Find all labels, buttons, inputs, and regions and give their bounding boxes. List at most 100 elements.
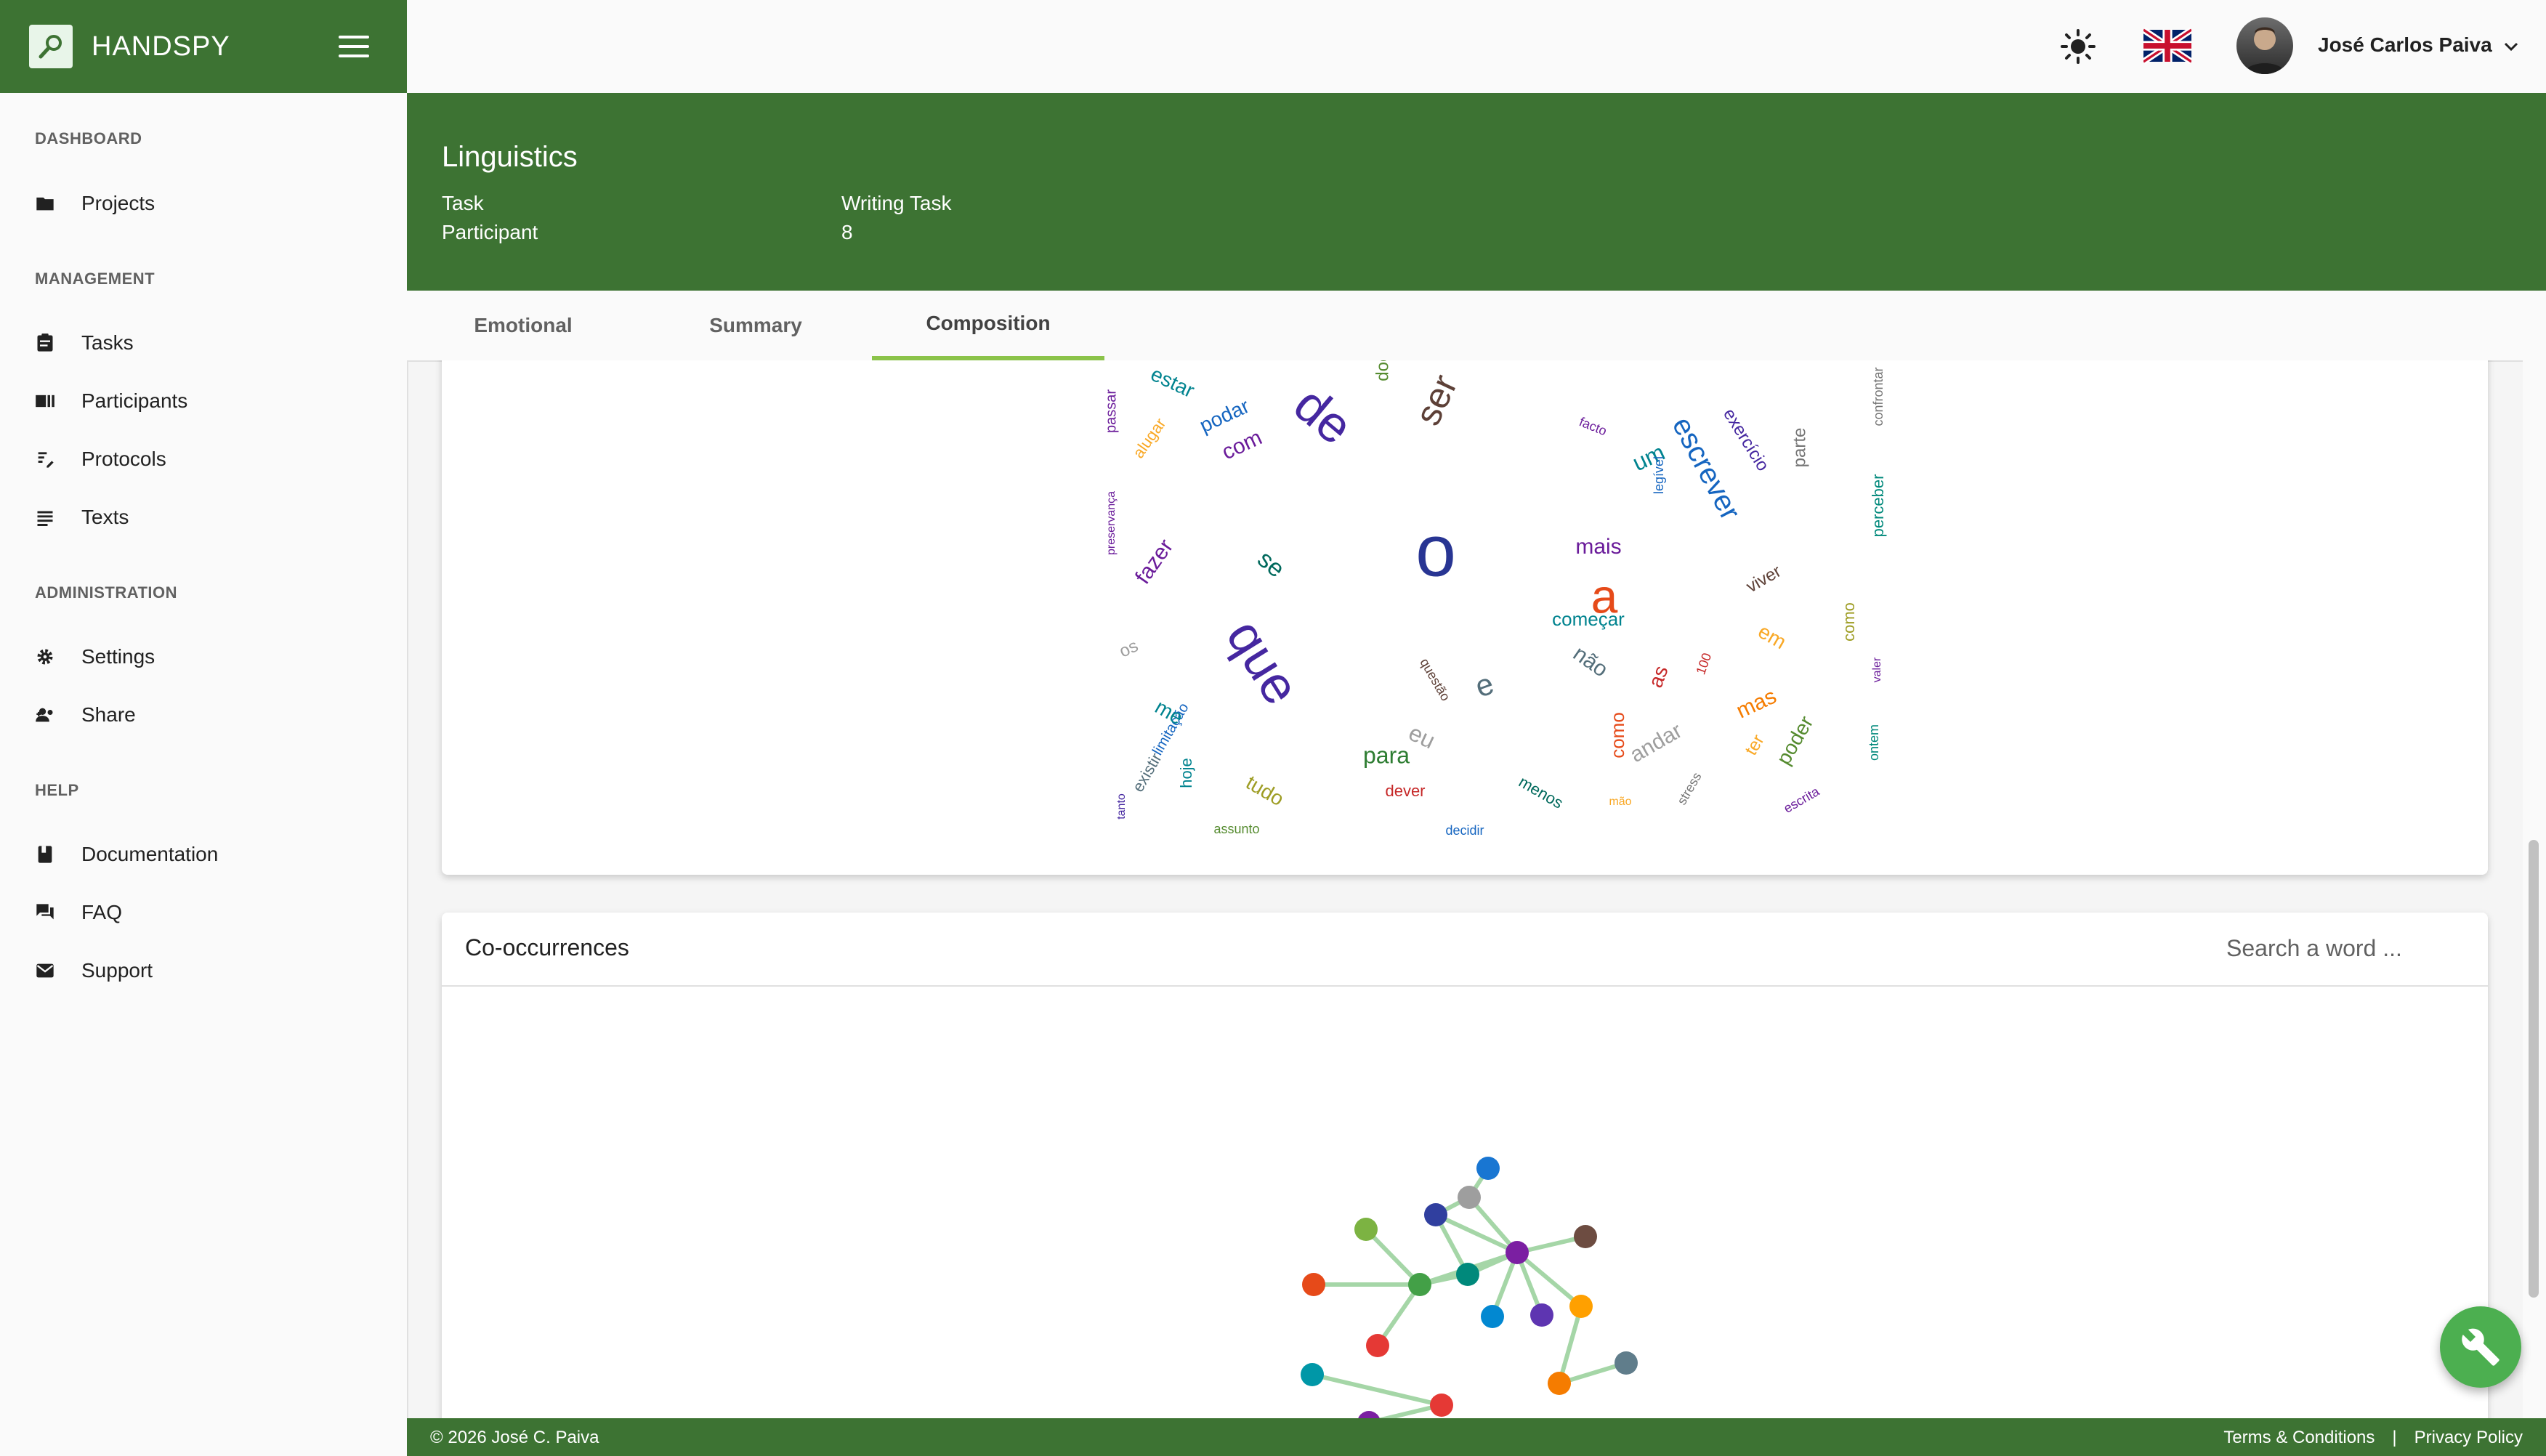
task-value: Writing Task: [841, 192, 952, 214]
word-cloud-word[interactable]: stress: [1674, 770, 1704, 808]
word-cloud-word[interactable]: 100: [1693, 651, 1714, 676]
tab-composition[interactable]: Composition: [872, 291, 1104, 360]
word-cloud-word[interactable]: questão: [1417, 656, 1452, 703]
word-cloud-word[interactable]: exercício: [1719, 405, 1773, 475]
graph-node[interactable]: [1302, 1273, 1325, 1296]
word-cloud-word[interactable]: valer: [1871, 657, 1883, 682]
word-cloud-word[interactable]: e: [1471, 666, 1498, 704]
word-cloud-word[interactable]: existir: [1128, 750, 1165, 795]
word-cloud-word[interactable]: tanto: [1115, 793, 1128, 820]
sidebar-item-documentation[interactable]: Documentation: [35, 840, 218, 869]
co-occurrence-graph[interactable]: [442, 987, 2488, 1418]
graph-node[interactable]: [1574, 1225, 1597, 1248]
graph-node[interactable]: [1476, 1157, 1500, 1180]
word-cloud-word[interactable]: doente: [1373, 360, 1392, 381]
word-cloud-word[interactable]: para: [1363, 742, 1410, 768]
brand-title[interactable]: HANDSPY: [92, 31, 230, 62]
search-word-input[interactable]: [2225, 934, 2460, 963]
uk-flag-icon[interactable]: [2143, 28, 2191, 64]
graph-node[interactable]: [1530, 1303, 1553, 1327]
word-cloud-word[interactable]: ter: [1741, 732, 1768, 759]
nav-section-administration: ADMINISTRATION: [35, 583, 178, 602]
word-cloud-word[interactable]: como: [1840, 602, 1858, 642]
word-cloud-word[interactable]: menos: [1516, 772, 1567, 812]
graph-node[interactable]: [1424, 1203, 1447, 1226]
word-cloud-word[interactable]: decidir: [1445, 823, 1484, 838]
chevron-down-icon[interactable]: [2502, 39, 2520, 54]
sidebar-item-tasks[interactable]: Tasks: [35, 328, 134, 357]
word-cloud-word[interactable]: eu: [1405, 719, 1439, 754]
word-cloud-word[interactable]: viver: [1743, 562, 1785, 597]
word-cloud-word[interactable]: preservança: [1105, 491, 1118, 555]
terms-link[interactable]: Terms & Conditions: [2223, 1428, 2375, 1448]
graph-node[interactable]: [1301, 1363, 1324, 1386]
word-cloud-word[interactable]: dever: [1385, 782, 1425, 800]
sidebar-item-protocols[interactable]: Protocols: [35, 445, 166, 474]
word-cloud-word[interactable]: com: [1219, 426, 1266, 465]
word-cloud-word[interactable]: mais: [1575, 535, 1621, 559]
word-cloud-word[interactable]: andar: [1626, 719, 1686, 767]
sidebar-item-settings[interactable]: Settings: [35, 642, 155, 671]
word-cloud-word[interactable]: escrita: [1781, 784, 1822, 816]
graph-node[interactable]: [1408, 1273, 1431, 1296]
graph-node[interactable]: [1615, 1351, 1638, 1375]
graph-node[interactable]: [1357, 1411, 1381, 1418]
avatar[interactable]: [2236, 17, 2293, 74]
word-cloud-word[interactable]: fazer: [1131, 535, 1178, 589]
word-cloud-word[interactable]: o: [1415, 510, 1456, 591]
word-cloud-word[interactable]: legível: [1652, 456, 1666, 494]
word-cloud-word[interactable]: de: [1284, 376, 1364, 456]
handspy-logo-icon[interactable]: [29, 25, 73, 68]
word-cloud-word[interactable]: que: [1215, 610, 1311, 714]
word-cloud-word[interactable]: começar: [1552, 608, 1625, 630]
sidebar-item-texts[interactable]: Texts: [35, 503, 129, 532]
graph-node[interactable]: [1354, 1218, 1378, 1241]
user-name[interactable]: José Carlos Paiva: [2318, 33, 2492, 57]
word-cloud-word[interactable]: tudo: [1242, 771, 1288, 810]
word-cloud-word[interactable]: como: [1607, 712, 1628, 759]
word-cloud-word[interactable]: confrontar: [1871, 367, 1886, 426]
graph-node[interactable]: [1548, 1372, 1571, 1395]
sun-icon[interactable]: [2061, 29, 2096, 64]
word-cloud-word[interactable]: estar: [1147, 363, 1198, 402]
word-cloud-card: estarpassaralugarpodarcomdedoenteserfact…: [442, 360, 2488, 875]
word-cloud-word[interactable]: ontem: [1867, 724, 1881, 761]
graph-node[interactable]: [1456, 1263, 1479, 1286]
tab-emotional[interactable]: Emotional: [407, 291, 639, 360]
sidebar-item-support[interactable]: Support: [35, 956, 153, 985]
word-cloud-word[interactable]: parte: [1790, 428, 1809, 468]
word-cloud-word[interactable]: assunto: [1213, 822, 1259, 836]
tab-summary[interactable]: Summary: [639, 291, 872, 360]
graph-node[interactable]: [1430, 1394, 1453, 1417]
word-cloud-word[interactable]: facto: [1577, 414, 1609, 438]
sidebar-item-faq[interactable]: FAQ: [35, 898, 122, 927]
graph-node[interactable]: [1458, 1186, 1481, 1209]
word-cloud-word[interactable]: os: [1116, 636, 1141, 661]
word-cloud-word[interactable]: hoje: [1177, 758, 1195, 788]
sidebar-item-share[interactable]: Share: [35, 700, 136, 729]
word-cloud-word[interactable]: ser: [1407, 368, 1466, 432]
participant-label: Participant: [442, 221, 538, 243]
word-cloud-word[interactable]: em: [1754, 620, 1790, 653]
scrollbar[interactable]: [2523, 360, 2546, 1418]
privacy-link[interactable]: Privacy Policy: [2414, 1428, 2523, 1448]
word-cloud-word[interactable]: poder: [1772, 712, 1818, 769]
word-cloud-word[interactable]: mão: [1609, 796, 1631, 808]
word-cloud-word[interactable]: não: [1569, 642, 1612, 682]
word-cloud-word[interactable]: alugar: [1129, 415, 1170, 461]
co-occurrences-card: Co-occurrences: [442, 913, 2488, 1418]
hamburger-menu-icon[interactable]: [339, 36, 369, 57]
word-cloud-word[interactable]: perceber: [1869, 474, 1887, 538]
word-cloud-word[interactable]: passar: [1103, 389, 1119, 433]
graph-node[interactable]: [1569, 1295, 1593, 1318]
word-cloud-word[interactable]: as: [1644, 663, 1672, 690]
sidebar-item-projects[interactable]: Projects: [35, 189, 155, 218]
graph-node[interactable]: [1481, 1305, 1504, 1328]
graph-node[interactable]: [1506, 1241, 1529, 1264]
scrollbar-thumb[interactable]: [2529, 840, 2539, 1298]
word-cloud-word[interactable]: se: [1252, 545, 1290, 583]
word-cloud-word[interactable]: mas: [1733, 684, 1780, 724]
sidebar-item-participants[interactable]: Participants: [35, 387, 187, 416]
tools-fab-button[interactable]: [2440, 1306, 2521, 1388]
graph-node[interactable]: [1366, 1334, 1389, 1357]
